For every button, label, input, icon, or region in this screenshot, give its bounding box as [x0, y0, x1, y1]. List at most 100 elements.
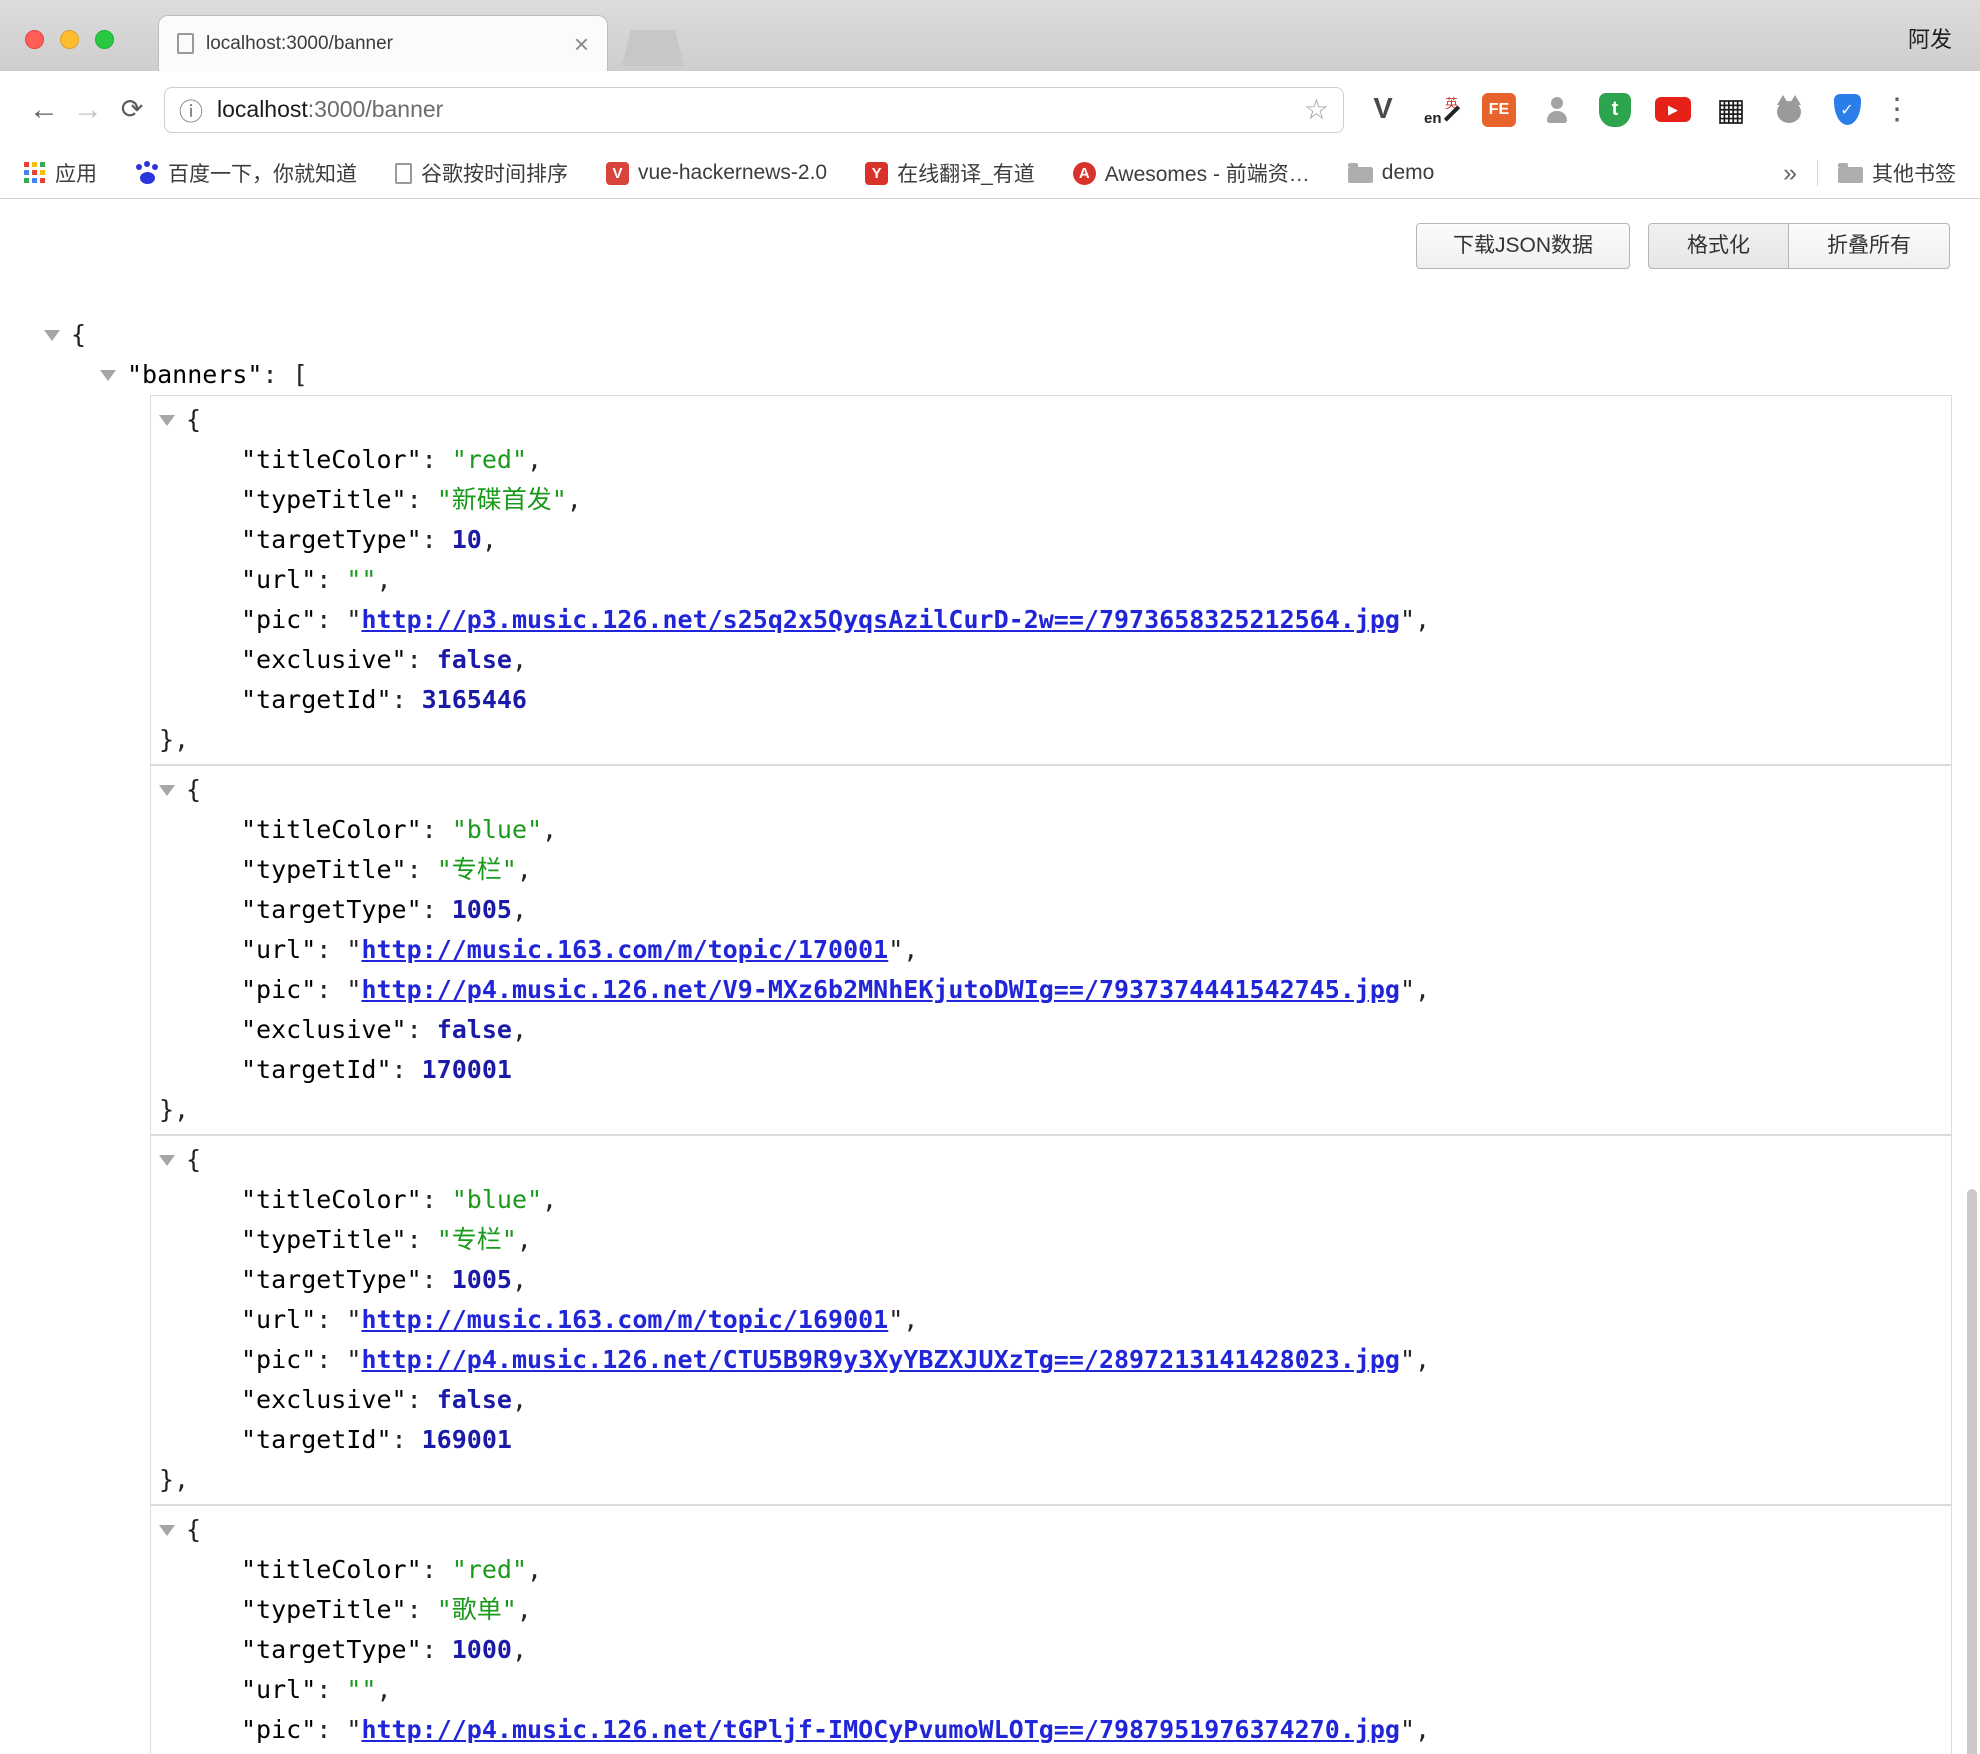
json-link[interactable]: http://p4.music.126.net/V9-MXz6b2MNhEKju…	[361, 975, 1400, 1004]
youtube-icon[interactable]: ▶	[1654, 91, 1692, 129]
bookmark-item[interactable]: demo	[1348, 161, 1435, 185]
profile-name[interactable]: 阿发	[1908, 22, 1952, 54]
json-string-value: "red"	[452, 1555, 527, 1584]
translate-icon[interactable]: en 英	[1422, 91, 1460, 129]
json-root-line: {	[0, 315, 1980, 355]
collapse-triangle-icon[interactable]	[100, 370, 116, 381]
json-line: "typeTitle": "专栏",	[151, 850, 1951, 890]
json-line: },	[151, 720, 1951, 760]
json-banners-line: "banners": [	[0, 355, 1980, 395]
json-quote: "	[346, 1305, 361, 1334]
collapse-triangle-icon[interactable]	[159, 785, 175, 796]
bookmark-star-icon[interactable]: ☆	[1304, 93, 1329, 126]
bookmark-item[interactable]: Y在线翻译_有道	[865, 158, 1035, 188]
json-colon: :	[316, 935, 346, 964]
json-line: {	[151, 770, 1951, 810]
tampermonkey-icon[interactable]: t	[1596, 91, 1634, 129]
json-colon: :	[422, 1185, 452, 1214]
json-key: "targetId"	[241, 685, 392, 714]
json-comma: ,	[527, 445, 542, 474]
fehelper-icon[interactable]: FE	[1480, 91, 1518, 129]
collapse-triangle-icon[interactable]	[44, 330, 60, 341]
json-line: {	[151, 400, 1951, 440]
json-link[interactable]: http://music.163.com/m/topic/169001	[361, 1305, 888, 1334]
bookmark-item[interactable]: 百度一下，你就知道	[135, 158, 357, 188]
json-line: "targetId": 169001	[151, 1420, 1951, 1460]
json-key: "exclusive"	[241, 645, 407, 674]
collapse-triangle-icon[interactable]	[159, 1525, 175, 1536]
address-bar[interactable]: ⓘ localhost:3000/banner ☆	[164, 87, 1344, 133]
close-window-button[interactable]	[25, 30, 44, 49]
url-text[interactable]: localhost:3000/banner	[217, 96, 1304, 123]
json-colon: :	[407, 645, 437, 674]
json-key: "typeTitle"	[241, 1225, 407, 1254]
tab-close-icon[interactable]: ×	[574, 31, 589, 57]
bookmarks-overflow-icon[interactable]: »	[1783, 159, 1797, 188]
person-icon[interactable]	[1538, 91, 1576, 129]
vimium-icon[interactable]: V	[1364, 91, 1402, 129]
json-link[interactable]: http://p4.music.126.net/CTU5B9R9y3XyYBZX…	[361, 1345, 1400, 1374]
json-line: "typeTitle": "歌单",	[151, 1590, 1951, 1630]
download-json-button[interactable]: 下载JSON数据	[1416, 223, 1630, 269]
json-string-value: ""	[346, 565, 376, 594]
json-line: },	[151, 1460, 1951, 1500]
page-info-icon[interactable]: ⓘ	[179, 92, 203, 127]
json-colon: :	[422, 1555, 452, 1584]
json-key: "url"	[241, 1675, 316, 1704]
json-line: "url": "",	[151, 560, 1951, 600]
qrcode-icon[interactable]: ▦	[1712, 91, 1750, 129]
collapse-triangle-icon[interactable]	[159, 415, 175, 426]
json-comma: ,	[903, 935, 918, 964]
json-line: "typeTitle": "新碟首发",	[151, 480, 1951, 520]
back-button[interactable]: ←	[22, 93, 66, 127]
json-number-value: 1005	[452, 895, 512, 924]
json-comma: ,	[1415, 1715, 1430, 1744]
json-boolean-value: false	[437, 1385, 512, 1414]
json-key: "typeTitle"	[241, 1595, 407, 1624]
collapse-triangle-icon[interactable]	[159, 1155, 175, 1166]
json-quote: "	[1400, 1715, 1415, 1744]
format-button[interactable]: 格式化	[1648, 223, 1789, 269]
json-comma: ,	[376, 1675, 391, 1704]
letter-badge-icon: Y	[865, 162, 888, 185]
json-key: "url"	[241, 935, 316, 964]
json-colon: :	[407, 855, 437, 884]
minimize-window-button[interactable]	[60, 30, 79, 49]
json-array-open: : [	[262, 360, 307, 389]
json-comma: ,	[512, 1635, 527, 1664]
json-colon: :	[422, 1265, 452, 1294]
json-comma: ,	[1415, 975, 1430, 1004]
reload-button[interactable]: ⟳	[110, 94, 154, 125]
other-bookmarks[interactable]: 其他书签	[1838, 158, 1956, 188]
paw-icon[interactable]	[1770, 91, 1808, 129]
bookmark-item[interactable]: AAwesomes - 前端资…	[1073, 158, 1310, 188]
new-tab-button[interactable]	[622, 30, 684, 66]
other-bookmarks-label: 其他书签	[1872, 158, 1956, 188]
json-open-brace: {	[186, 775, 201, 804]
json-key: "typeTitle"	[241, 855, 407, 884]
bookmark-label: 百度一下，你就知道	[168, 158, 357, 188]
json-link[interactable]: http://music.163.com/m/topic/170001	[361, 935, 888, 964]
json-quote: "	[346, 605, 361, 634]
json-link[interactable]: http://p3.music.126.net/s25q2x5QyqsAzilC…	[361, 605, 1400, 634]
bookmark-item[interactable]: 应用	[24, 158, 97, 188]
json-comma: ,	[512, 895, 527, 924]
json-string-value: "歌单"	[437, 1595, 517, 1624]
json-line: "targetType": 1000,	[151, 1630, 1951, 1670]
folder-icon	[1348, 167, 1373, 183]
bookmark-label: vue-hackernews-2.0	[638, 161, 827, 185]
scrollbar-thumb[interactable]	[1967, 1189, 1977, 1754]
json-line: "titleColor": "red",	[151, 1550, 1951, 1590]
bookmark-item[interactable]: 谷歌按时间排序	[395, 158, 568, 188]
zoom-window-button[interactable]	[95, 30, 114, 49]
json-link[interactable]: http://p4.music.126.net/tGPljf-IMOCyPvum…	[361, 1715, 1400, 1744]
shield-check-icon[interactable]: ✓	[1828, 91, 1866, 129]
bookmark-item[interactable]: Vvue-hackernews-2.0	[606, 161, 827, 185]
collapse-all-button[interactable]: 折叠所有	[1788, 223, 1950, 269]
browser-menu-icon[interactable]: ⋮	[1882, 92, 1912, 127]
json-key: "exclusive"	[241, 1015, 407, 1044]
json-string-value: "新碟首发"	[437, 485, 567, 514]
json-close-brace: },	[159, 725, 189, 754]
browser-tab[interactable]: localhost:3000/banner ×	[158, 15, 608, 71]
json-colon: :	[316, 565, 346, 594]
